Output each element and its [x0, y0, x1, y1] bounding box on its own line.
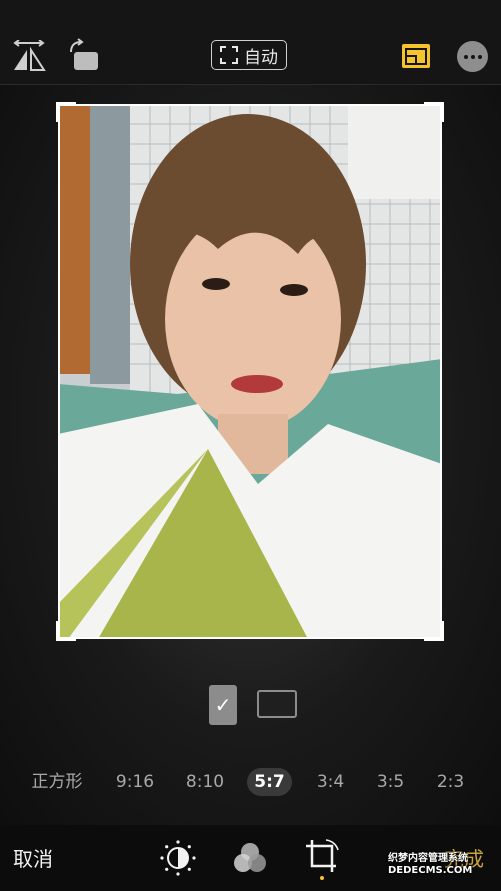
ratio-8-10[interactable]: 8:10 [180, 768, 230, 796]
ratio-2-3[interactable]: 2:3 [428, 768, 473, 796]
landscape-orientation-button[interactable] [257, 690, 297, 718]
photo-crop-editor: 自动 ✓ 正方形 9:16 8:10 5:7 3:4 3:5 2:3 取消 完成… [0, 0, 501, 891]
more-button[interactable] [457, 41, 488, 72]
adjust-dial-icon[interactable] [160, 840, 196, 876]
ratio-3-4[interactable]: 3:4 [308, 768, 353, 796]
more-icon [463, 54, 468, 59]
filters-icon[interactable] [233, 842, 267, 874]
aspect-ratio-icon[interactable] [402, 44, 430, 68]
ratio-9-16[interactable]: 9:16 [110, 768, 160, 796]
auto-crop-icon [220, 46, 238, 64]
ratio-5-7[interactable]: 5:7 [247, 768, 292, 796]
auto-crop-button[interactable]: 自动 [211, 40, 287, 70]
auto-crop-label: 自动 [244, 47, 278, 68]
flip-horizontal-icon[interactable] [12, 40, 46, 72]
checkmark-icon: ✓ [214, 693, 232, 717]
crop-icon[interactable] [304, 838, 340, 880]
aspect-ratio-strip: 正方形 9:16 8:10 5:7 3:4 3:5 2:3 [0, 768, 501, 798]
rotate-icon[interactable] [68, 38, 100, 72]
photo-image[interactable] [58, 104, 442, 639]
cancel-button[interactable]: 取消 [13, 843, 53, 872]
ratio-square[interactable]: 正方形 [25, 768, 89, 796]
watermark: 织梦内容管理系统 DEDECMS.COM [388, 853, 473, 876]
ratio-3-5[interactable]: 3:5 [368, 768, 413, 796]
portrait-orientation-button[interactable]: ✓ [209, 685, 237, 725]
top-toolbar: 自动 [0, 0, 501, 85]
